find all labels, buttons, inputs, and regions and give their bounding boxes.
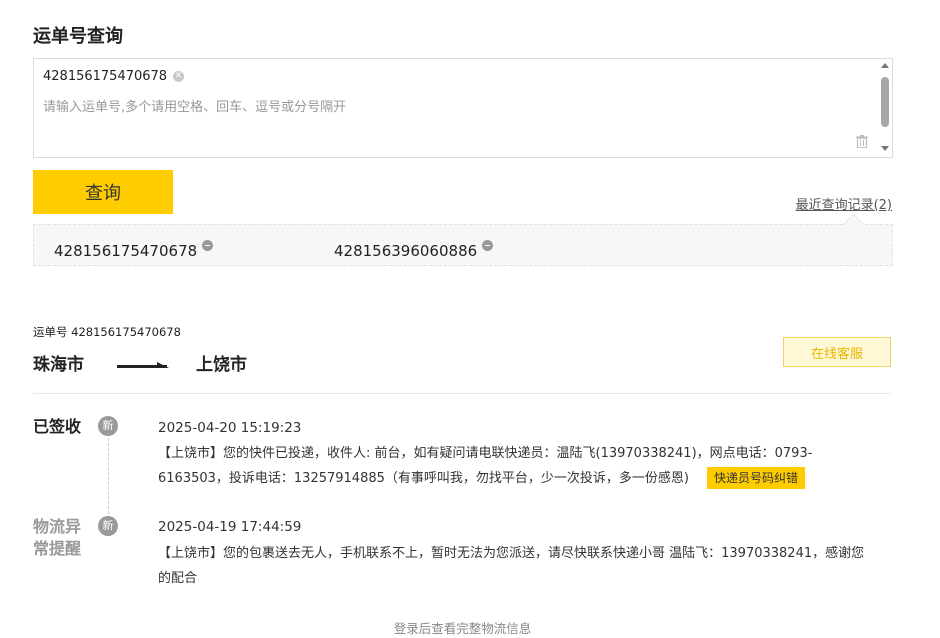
event-time: 2025-04-19 17:44:59 <box>158 519 302 535</box>
recent-queries-link[interactable]: 最近查询记录(2) <box>796 194 892 213</box>
waybill-label: 运单号 428156175470678 <box>33 325 181 339</box>
search-button[interactable]: 查询 <box>33 170 173 214</box>
page-title: 运单号查询 <box>33 26 123 47</box>
new-badge: 新 <box>98 416 118 436</box>
history-item[interactable]: 428156396060886 <box>334 239 494 260</box>
event-status: 已签收 <box>33 417 82 436</box>
tracking-tag-number: 428156175470678 <box>43 69 168 84</box>
new-badge: 新 <box>98 516 118 536</box>
scroll-down-icon[interactable] <box>881 146 889 151</box>
origin-city: 珠海市 <box>33 355 84 375</box>
route-arrow-icon <box>117 362 169 368</box>
event-description: 【上饶市】您的快件已投递，收件人: 前台，如有疑问请电联快递员：温陆飞(1397… <box>158 441 868 491</box>
divider <box>33 393 891 394</box>
clear-icon[interactable]: ✕ <box>173 71 185 82</box>
event-time: 2025-04-20 15:19:23 <box>158 420 302 436</box>
input-placeholder: 请输入运单号,多个请用空格、回车、逗号或分号隔开 <box>43 100 347 115</box>
history-number[interactable]: 428156175470678 <box>54 242 197 260</box>
login-tip[interactable]: 登录后查看完整物流信息 <box>0 618 925 637</box>
history-item[interactable]: 428156175470678 <box>54 239 214 260</box>
timeline-line <box>108 438 109 514</box>
online-service-button[interactable]: 在线客服 <box>783 337 891 367</box>
courier-number-correction-button[interactable]: 快递员号码纠错 <box>706 467 805 489</box>
recent-queries-panel: 428156175470678 428156396060886 <box>33 224 893 266</box>
tracking-input-area[interactable]: 428156175470678 ✕ 请输入运单号,多个请用空格、回车、逗号或分号… <box>33 58 893 158</box>
event-status: 物流异常提醒 <box>33 517 82 558</box>
scroll-thumb[interactable] <box>881 77 889 127</box>
event-text: 【上饶市】您的包裹送去无人，手机联系不上，暂时无法为您派送，请尽快联系快递小哥 … <box>158 546 865 586</box>
scroll-up-icon[interactable] <box>881 63 889 68</box>
tracking-tag: 428156175470678 ✕ <box>43 69 185 84</box>
history-number[interactable]: 428156396060886 <box>334 242 477 260</box>
scrollbar[interactable] <box>880 63 890 151</box>
event-description: 【上饶市】您的包裹送去无人，手机联系不上，暂时无法为您派送，请尽快联系快递小哥 … <box>158 541 868 591</box>
trash-icon[interactable] <box>856 135 868 148</box>
minus-icon[interactable] <box>202 239 214 251</box>
minus-icon[interactable] <box>482 239 494 251</box>
destination-city: 上饶市 <box>196 355 247 375</box>
